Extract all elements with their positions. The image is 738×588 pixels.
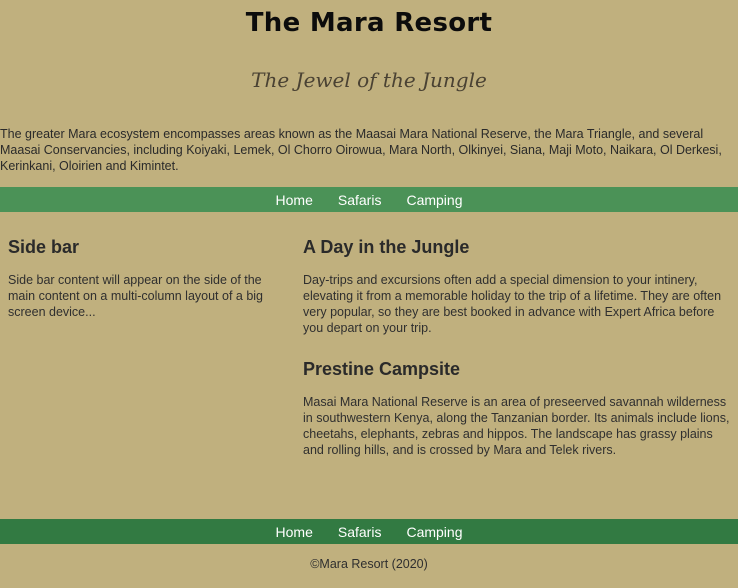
- article-day-in-jungle: A Day in the Jungle Day-trips and excurs…: [303, 236, 733, 336]
- sidebar: Side bar Side bar content will appear on…: [8, 236, 280, 320]
- nav-link-home[interactable]: Home: [276, 192, 313, 208]
- article-heading: A Day in the Jungle: [303, 237, 470, 257]
- article-prestine-campsite: Prestine Campsite Masai Mara National Re…: [303, 358, 733, 458]
- article-text: Day-trips and excursions often add a spe…: [303, 273, 722, 335]
- nav-link-safaris[interactable]: Safaris: [338, 192, 382, 208]
- top-nav: Home Safaris Camping: [0, 187, 738, 212]
- footer-nav-link-home[interactable]: Home: [276, 524, 313, 540]
- site-title: The Mara Resort: [245, 8, 493, 38]
- main-content: A Day in the Jungle Day-trips and excurs…: [303, 236, 733, 458]
- nav-link-camping[interactable]: Camping: [406, 192, 462, 208]
- article-heading: Prestine Campsite: [303, 359, 461, 379]
- footer-nav-link-safaris[interactable]: Safaris: [338, 524, 382, 540]
- sidebar-heading: Side bar: [8, 237, 80, 257]
- footer-nav-link-camping[interactable]: Camping: [406, 524, 462, 540]
- sidebar-text: Side bar content will appear on the side…: [8, 273, 263, 319]
- tagline: The Jewel of the Jungle: [251, 68, 487, 92]
- intro-paragraph: The greater Mara ecosystem encompasses a…: [0, 127, 722, 173]
- copyright-text: ©Mara Resort (2020): [310, 557, 428, 571]
- footer-nav: Home Safaris Camping: [0, 519, 738, 544]
- article-text: Masai Mara National Reserve is an area o…: [303, 395, 730, 457]
